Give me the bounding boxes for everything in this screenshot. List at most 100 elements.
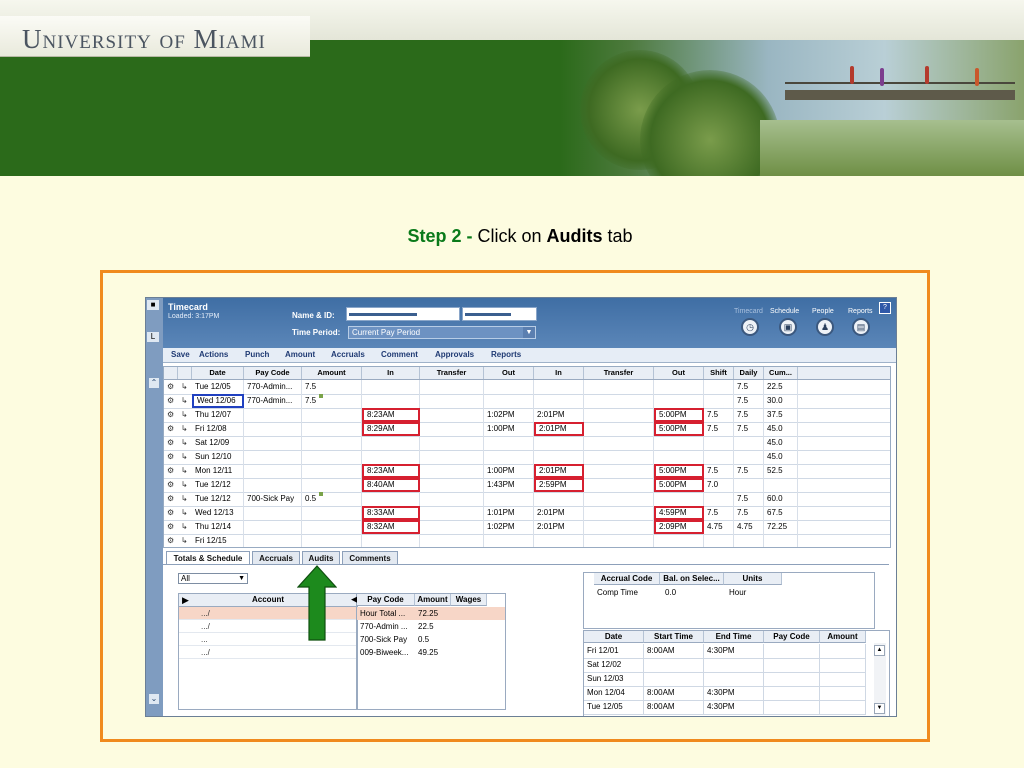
grid-cell-tr1[interactable] xyxy=(420,478,484,492)
grid-cell-cum[interactable] xyxy=(764,534,798,547)
row-edit-icon[interactable]: ⚙ xyxy=(167,536,174,545)
grid-cell-in1[interactable] xyxy=(362,492,420,506)
grid-cell-out2[interactable] xyxy=(654,492,704,506)
timecard-row[interactable]: ⚙ ↳ Thu 12/14 8:32AM 1:02PM 2:01PM 2:09PM 4.75 4… xyxy=(164,520,890,535)
grid-cell-pay[interactable]: 770-Admin... xyxy=(244,394,302,408)
grid-cell-in2[interactable] xyxy=(534,492,584,506)
grid-cell-shift[interactable]: 7.5 xyxy=(704,464,734,478)
dropdown-arrow-icon[interactable]: ▼ xyxy=(238,574,245,583)
grid-cell-in1[interactable]: 8:29AM xyxy=(362,422,420,436)
pay-code-row[interactable]: 700-Sick Pay 0.5 xyxy=(357,633,505,646)
grid-cell-pay[interactable]: 770-Admin... xyxy=(244,380,302,394)
scroll-down-button[interactable]: ▼ xyxy=(874,703,885,714)
grid-cell-date[interactable]: Thu 12/07 xyxy=(192,408,244,422)
tab-accruals[interactable]: Accruals xyxy=(252,551,300,565)
grid-cell-out1[interactable] xyxy=(484,534,534,547)
grid-cell-daily[interactable]: 7.5 xyxy=(734,408,764,422)
actions-menu[interactable]: Actions xyxy=(199,350,228,359)
schedule-scrollbar[interactable]: ▲ ▼ xyxy=(874,643,886,716)
timecard-row[interactable]: ⚙ ↳ Fri 12/15 xyxy=(164,534,890,547)
row-add-icon[interactable]: ↳ xyxy=(181,508,188,517)
grid-col-header-out2[interactable]: Out xyxy=(654,367,704,379)
grid-cell-amt[interactable] xyxy=(302,436,362,450)
grid-col-header-daily[interactable]: Daily xyxy=(734,367,764,379)
row-edit-icon[interactable]: ⚙ xyxy=(167,396,174,405)
nav-schedule-label[interactable]: Schedule xyxy=(770,308,799,315)
grid-col-header-date[interactable]: Date xyxy=(192,367,244,379)
grid-cell-out2[interactable]: 5:00PM xyxy=(654,478,704,492)
grid-col-header-tr2[interactable]: Transfer xyxy=(584,367,654,379)
grid-cell-out1[interactable] xyxy=(484,450,534,464)
grid-cell-out1[interactable]: 1:02PM xyxy=(484,408,534,422)
report-icon[interactable]: ▤ xyxy=(852,318,870,336)
row-edit-icon[interactable]: ⚙ xyxy=(167,480,174,489)
grid-cell-tr2[interactable] xyxy=(584,478,654,492)
time-period-select[interactable]: Current Pay Period ▼ xyxy=(348,326,536,339)
grid-cell-out2[interactable] xyxy=(654,436,704,450)
row-edit-icon[interactable]: ⚙ xyxy=(167,494,174,503)
calendar-icon[interactable]: ▣ xyxy=(779,318,797,336)
chevron-up-icon[interactable]: ⌃ xyxy=(149,378,159,388)
tab-totals-schedule[interactable]: Totals & Schedule xyxy=(166,551,250,565)
grid-cell-tr2[interactable] xyxy=(584,422,654,436)
grid-cell-shift[interactable]: 7.5 xyxy=(704,408,734,422)
approvals-menu[interactable]: Approvals xyxy=(435,350,474,359)
row-edit-icon[interactable]: ⚙ xyxy=(167,508,174,517)
grid-cell-out1[interactable]: 1:00PM xyxy=(484,422,534,436)
grid-cell-in2[interactable] xyxy=(534,534,584,547)
grid-cell-daily[interactable]: 7.5 xyxy=(734,506,764,520)
grid-cell-daily[interactable] xyxy=(734,450,764,464)
grid-cell-tr1[interactable] xyxy=(420,380,484,394)
grid-cell-out2[interactable]: 2:09PM xyxy=(654,520,704,534)
grid-cell-out1[interactable] xyxy=(484,492,534,506)
timecard-row[interactable]: ⚙ ↳ Tue 12/12 700-Sick Pay 0.5 7.5 60.0 xyxy=(164,492,890,507)
account-row[interactable]: .../ xyxy=(179,646,357,659)
grid-col-header-in2[interactable]: In xyxy=(534,367,584,379)
grid-cell-amt[interactable] xyxy=(302,464,362,478)
expand-arrow-icon[interactable]: ▶ xyxy=(182,595,189,606)
grid-cell-date[interactable]: Fri 12/08 xyxy=(192,422,244,436)
grid-cell-out1[interactable] xyxy=(484,394,534,408)
grid-cell-amt[interactable] xyxy=(302,506,362,520)
grid-col-header-shift[interactable]: Shift xyxy=(704,367,734,379)
row-edit-icon[interactable]: ⚙ xyxy=(167,382,174,391)
row-add-icon[interactable]: ↳ xyxy=(181,494,188,503)
row-add-icon[interactable]: ↳ xyxy=(181,410,188,419)
grid-cell-pay[interactable] xyxy=(244,422,302,436)
grid-cell-tr2[interactable] xyxy=(584,394,654,408)
grid-col-header-amt[interactable]: Amount xyxy=(302,367,362,379)
grid-cell-pay[interactable] xyxy=(244,464,302,478)
accruals-menu[interactable]: Accruals xyxy=(331,350,365,359)
comment-flag-icon[interactable] xyxy=(319,394,324,398)
row-add-icon[interactable]: ↳ xyxy=(181,522,188,531)
grid-cell-in1[interactable]: 8:23AM xyxy=(362,464,420,478)
grid-cell-in2[interactable]: 2:01PM xyxy=(534,422,584,436)
grid-cell-out1[interactable] xyxy=(484,436,534,450)
tab-audits[interactable]: Audits xyxy=(302,551,340,565)
row-edit-icon[interactable]: ⚙ xyxy=(167,522,174,531)
timecard-row[interactable]: ⚙ ↳ Sat 12/09 45.0 xyxy=(164,436,890,451)
grid-cell-in2[interactable]: 2:01PM xyxy=(534,408,584,422)
grid-cell-date[interactable]: Wed 12/13 xyxy=(192,506,244,520)
grid-col-header-ico1[interactable] xyxy=(164,367,178,379)
grid-cell-tr1[interactable] xyxy=(420,394,484,408)
grid-cell-daily[interactable]: 7.5 xyxy=(734,422,764,436)
grid-cell-tr2[interactable] xyxy=(584,534,654,547)
grid-cell-cum[interactable]: 72.25 xyxy=(764,520,798,534)
grid-cell-out1[interactable]: 1:00PM xyxy=(484,464,534,478)
grid-cell-in1[interactable] xyxy=(362,436,420,450)
grid-cell-pay[interactable] xyxy=(244,408,302,422)
grid-cell-cum[interactable]: 45.0 xyxy=(764,436,798,450)
grid-cell-tr1[interactable] xyxy=(420,450,484,464)
grid-cell-out2[interactable]: 5:00PM xyxy=(654,464,704,478)
grid-col-header-cum[interactable]: Cum... xyxy=(764,367,798,379)
grid-cell-in1[interactable]: 8:40AM xyxy=(362,478,420,492)
grid-cell-in2[interactable] xyxy=(534,450,584,464)
grid-cell-tr2[interactable] xyxy=(584,506,654,520)
grid-cell-tr1[interactable] xyxy=(420,464,484,478)
grid-cell-date[interactable]: Wed 12/06 xyxy=(192,394,244,408)
grid-cell-pay[interactable] xyxy=(244,436,302,450)
row-add-icon[interactable]: ↳ xyxy=(181,396,188,405)
grid-cell-pay[interactable] xyxy=(244,534,302,547)
sidebar-tab[interactable]: ■ xyxy=(147,300,159,310)
